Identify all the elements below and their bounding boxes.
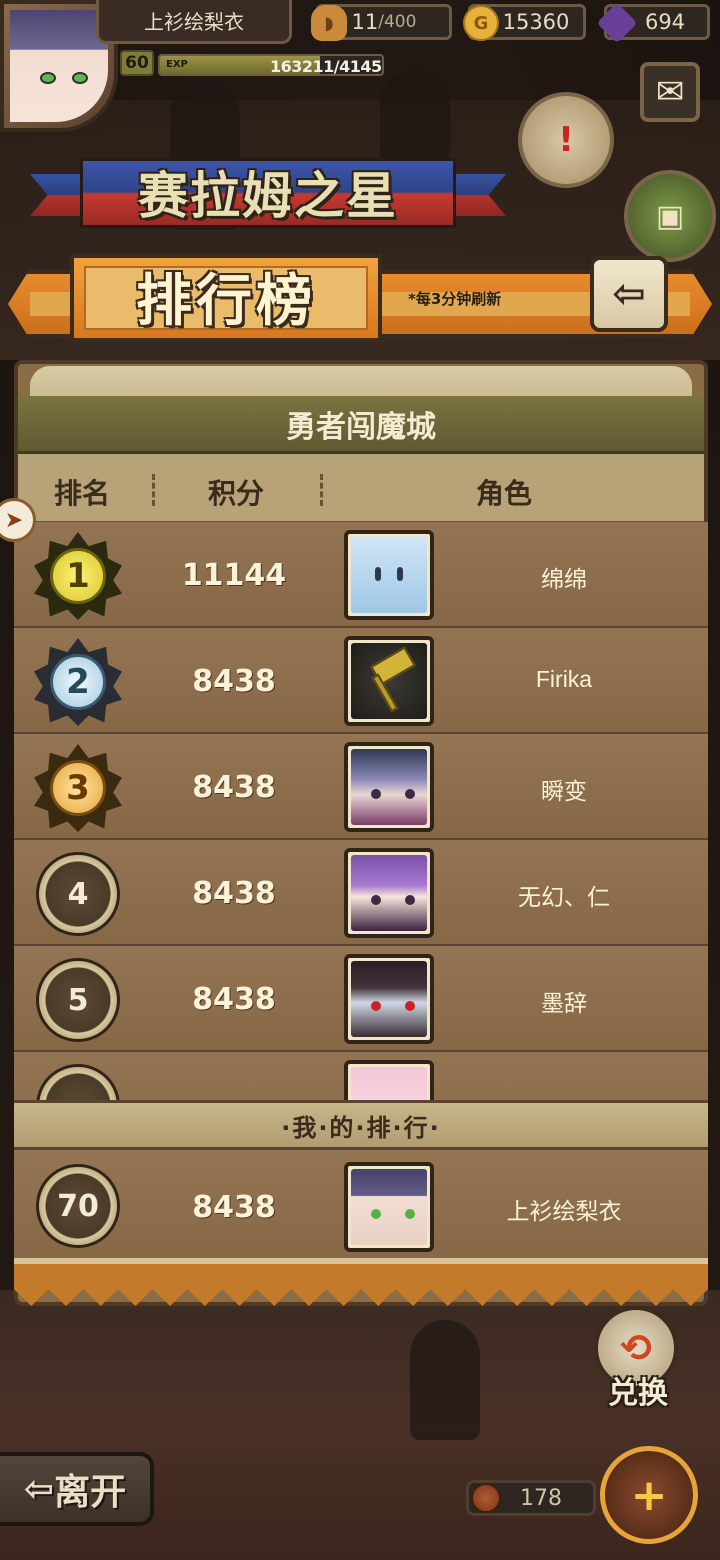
leave-label: 离开 <box>54 1472 127 1513</box>
rank-score: 8438 <box>192 664 276 699</box>
rank-number: 2 <box>66 662 90 702</box>
character-portrait[interactable] <box>344 636 434 726</box>
player-name: 上衫绘梨衣 <box>96 0 292 44</box>
medal-coin-icon <box>471 1483 501 1513</box>
rank-medal-gold: 1 <box>34 532 122 620</box>
stamina-counter[interactable]: ◗ 11/400 <box>311 4 452 41</box>
exp-bar: EXP 163211/41453 <box>158 54 384 76</box>
rank-number: 3 <box>66 768 90 808</box>
witch-portrait <box>351 749 427 825</box>
refresh-note: *每3分钟刷新 <box>408 290 502 308</box>
column-character: 角色 <box>476 477 533 510</box>
character-portrait[interactable] <box>344 848 434 938</box>
add-currency-button[interactable]: + <box>600 1446 698 1544</box>
ranking-row[interactable]: 3 8438 瞬变 <box>14 734 708 840</box>
rank-number: 1 <box>66 556 90 596</box>
ranking-list[interactable]: 1 11144 绵绵 2 8438 Firika 3 8438 瞬变 4 843… <box>14 522 708 1102</box>
gem-value: 694 <box>644 10 686 34</box>
my-character-name: 上衫绘梨衣 <box>506 1198 622 1224</box>
blue-slime-portrait <box>351 537 427 613</box>
ranking-row[interactable]: 5 8438 墨辞 <box>14 946 708 1052</box>
character-name: 无幻、仁 <box>518 884 610 910</box>
board-title: 勇者闯魔城 <box>18 396 704 454</box>
plus-icon: + <box>630 1469 668 1521</box>
currency-amount: 178 <box>520 1485 562 1511</box>
rank-number: 5 <box>67 982 89 1018</box>
column-divider <box>320 474 323 506</box>
character-name: 绵绵 <box>541 566 587 592</box>
rank-medal-bronze: 3 <box>34 744 122 832</box>
event-banner: 赛拉姆之星 <box>30 152 506 232</box>
exchange-label: 兑换 <box>608 1376 668 1411</box>
exp-label: EXP <box>166 59 188 70</box>
mail-button[interactable]: ✉ <box>640 62 700 122</box>
rank-medal-silver: 2 <box>34 638 122 726</box>
rank-score: 11144 <box>181 558 287 593</box>
bread-icon: ◗ <box>311 5 347 41</box>
character-name: Firika <box>535 666 593 692</box>
vampire-portrait <box>351 961 427 1037</box>
rank-score: 8438 <box>192 770 276 805</box>
stamina-max: /400 <box>378 12 417 32</box>
background-figure <box>410 1320 480 1440</box>
avatar-portrait <box>10 10 108 122</box>
my-character-portrait[interactable] <box>344 1162 434 1252</box>
rank-medal <box>34 1062 122 1102</box>
gem-counter[interactable]: 694 <box>596 2 710 44</box>
gold-counter[interactable]: G 15360 <box>463 4 586 41</box>
ranking-row[interactable]: 2 8438 Firika <box>14 628 708 734</box>
exp-text: 163211/41453 <box>270 57 384 76</box>
character-portrait[interactable] <box>344 530 434 620</box>
avatar-eye <box>72 72 88 84</box>
golden-hammer-portrait <box>351 643 427 719</box>
currency-counter: 178 <box>466 1480 596 1516</box>
backpack-icon: ▣ <box>655 198 685 234</box>
scroll-quest-icon: ! <box>558 120 574 160</box>
character-portrait[interactable] <box>344 1060 434 1102</box>
ranking-row[interactable]: 1 11144 绵绵 <box>14 522 708 628</box>
ranking-row[interactable]: 4 8438 无幻、仁 <box>14 840 708 946</box>
event-title: 赛拉姆之星 <box>138 167 398 225</box>
rank-medal: 4 <box>34 850 122 938</box>
column-header-row: 排名 积分 角色 <box>18 454 704 524</box>
purple-hair-portrait <box>351 855 427 931</box>
envelope-icon: ✉ <box>655 72 685 112</box>
avatar-eye <box>40 72 56 84</box>
ranking-row-partial[interactable] <box>14 1052 708 1102</box>
column-divider <box>152 474 155 506</box>
leave-button[interactable]: ⇦ 离开 <box>0 1452 154 1526</box>
quest-button[interactable]: ! <box>518 92 614 188</box>
exchange-button[interactable]: ⟲ 兑换 <box>578 1306 698 1411</box>
column-rank: 排名 <box>54 477 111 510</box>
my-rank-score: 8438 <box>192 1190 276 1225</box>
page-title: 排行榜 <box>136 269 316 334</box>
rank-score: 8438 <box>192 982 276 1017</box>
my-rank-row[interactable]: 70 8438 上衫绘梨衣 <box>14 1150 708 1264</box>
gold-coin-icon: G <box>463 5 499 41</box>
left-arrow-icon: ⇦ <box>23 1468 55 1510</box>
rank-medal: 5 <box>34 956 122 1044</box>
character-portrait[interactable] <box>344 954 434 1044</box>
my-rank-medal: 70 <box>34 1162 122 1250</box>
return-arrow-icon: ⇦ <box>612 271 646 317</box>
player-portrait <box>351 1169 427 1245</box>
column-score: 积分 <box>208 477 265 510</box>
character-portrait[interactable] <box>344 742 434 832</box>
stamina-value: 11 <box>351 10 379 34</box>
pink-hair-portrait <box>351 1067 427 1102</box>
character-name: 瞬变 <box>541 778 587 804</box>
character-name: 墨辞 <box>541 990 587 1016</box>
rank-number: 4 <box>67 876 89 912</box>
rank-score: 8438 <box>192 876 276 911</box>
my-rank-number: 70 <box>57 1188 99 1224</box>
back-button[interactable]: ⇦ <box>590 256 668 332</box>
player-level: 60 <box>120 50 154 76</box>
my-rank-divider: ·我·的·排·行· <box>14 1100 708 1150</box>
